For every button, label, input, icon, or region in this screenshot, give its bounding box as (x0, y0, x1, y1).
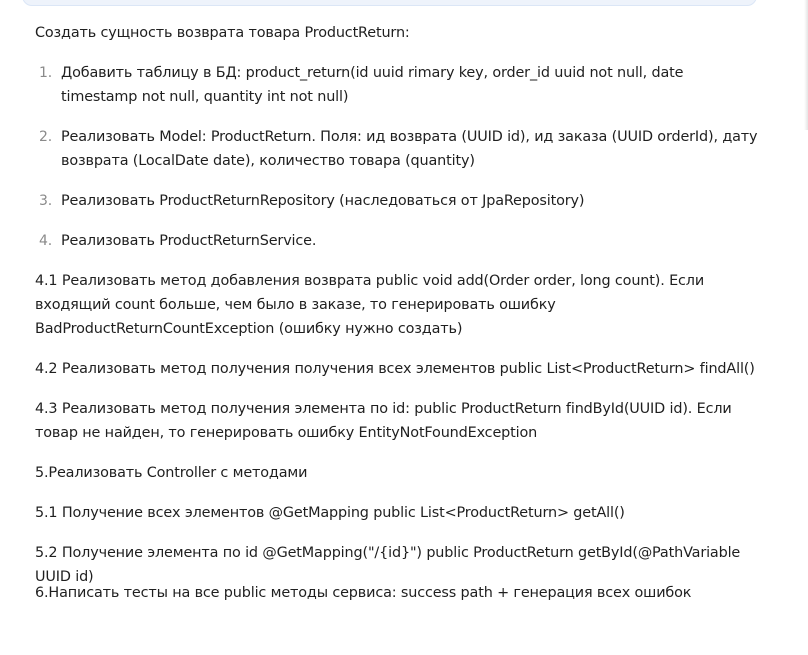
paragraph-4-3: 4.3 Реализовать метод получения элемента… (35, 401, 732, 441)
list-item: 1. Добавить таблицу в БД: product_return… (35, 61, 765, 109)
previous-message-card (22, 0, 757, 6)
list-item-text: Добавить таблицу в БД: product_return(id… (61, 65, 684, 105)
list-item-text: Реализовать ProductReturnRepository (нас… (61, 193, 585, 209)
list-item: 2. Реализовать Model: ProductReturn. Пол… (35, 125, 765, 173)
list-item-text: Реализовать ProductReturnService. (61, 233, 317, 249)
intro-text: Создать сущность возврата товара Product… (35, 25, 410, 41)
list-item-text: Реализовать Model: ProductReturn. Поля: … (61, 129, 758, 169)
list-item: 3. Реализовать ProductReturnRepository (… (35, 189, 765, 213)
list-number: 3. (39, 193, 53, 209)
list-number: 2. (39, 129, 53, 145)
list-item: 4. Реализовать ProductReturnService. (35, 229, 765, 253)
paragraph-4-2: 4.2 Реализовать метод получения получени… (35, 361, 755, 377)
paragraph-5: 5.Реализовать Controller с методами (35, 465, 308, 481)
paragraph-4-1: 4.1 Реализовать метод добавления возврат… (35, 273, 705, 337)
paragraph-5-1: 5.1 Получение всех элементов @GetMapping… (35, 505, 625, 521)
list-number: 4. (39, 233, 53, 249)
scroll-shadow (804, 0, 808, 130)
paragraph-6: 6.Написать тесты на все public методы се… (35, 585, 692, 601)
list-number: 1. (39, 65, 53, 81)
